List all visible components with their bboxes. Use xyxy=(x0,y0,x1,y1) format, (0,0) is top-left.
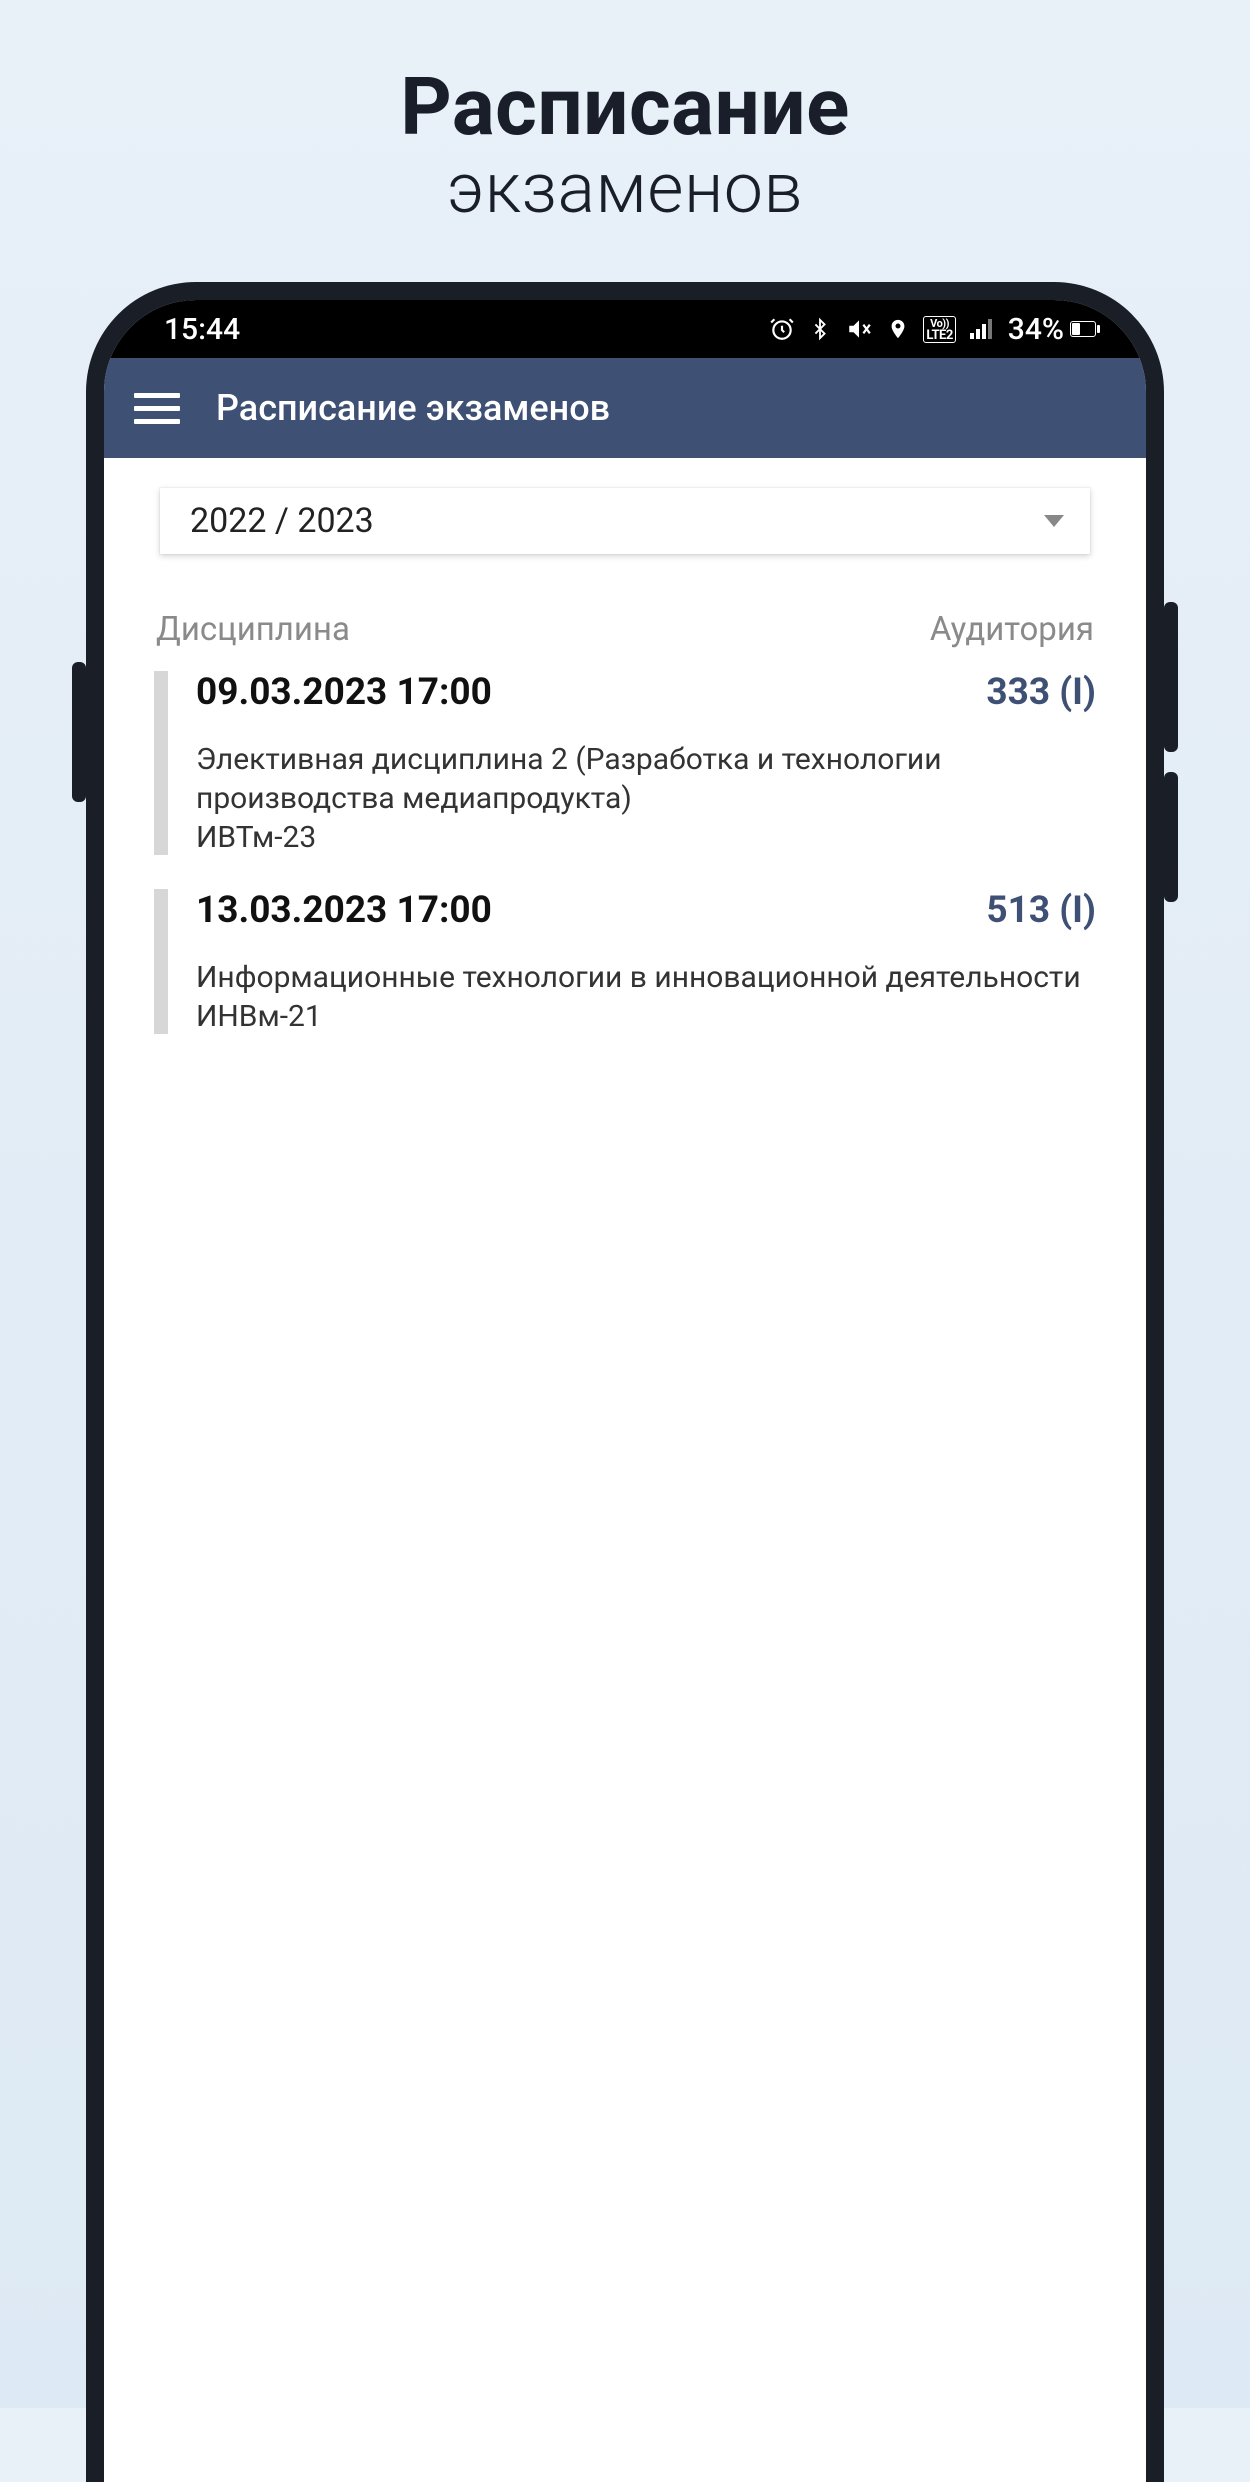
status-time: 15:44 xyxy=(164,312,240,347)
phone-screen: 15:44 Vo)) LTE2 xyxy=(104,300,1146,2482)
battery-indicator: 34% xyxy=(1008,312,1096,347)
promo-line2: экзаменов xyxy=(0,148,1250,230)
signal-icon xyxy=(970,319,994,339)
exam-group: ИВТм-23 xyxy=(196,820,1096,855)
phone-side-button-left xyxy=(72,662,86,802)
year-selector[interactable]: 2022 / 2023 xyxy=(160,488,1090,554)
exam-datetime: 13.03.2023 17:00 xyxy=(196,889,492,932)
network-top: Vo)) xyxy=(930,318,949,329)
promo-line1: Расписание xyxy=(0,60,1250,154)
battery-icon xyxy=(1070,321,1096,337)
exam-accent-bar xyxy=(154,671,168,855)
promo-heading: Расписание экзаменов xyxy=(0,0,1250,230)
exam-row[interactable]: 13.03.2023 17:00 513 (I) Информационные … xyxy=(154,889,1096,1034)
phone-side-button-power xyxy=(1164,772,1178,902)
chevron-down-icon xyxy=(1044,515,1064,527)
bluetooth-icon xyxy=(809,316,831,342)
menu-button[interactable] xyxy=(134,385,180,431)
network-bottom: LTE2 xyxy=(926,329,952,342)
app-bar-title: Расписание экзаменов xyxy=(216,387,610,429)
phone-frame: 15:44 Vo)) LTE2 xyxy=(86,282,1164,2482)
mute-icon xyxy=(845,316,873,342)
exam-row[interactable]: 09.03.2023 17:00 333 (I) Элективная дисц… xyxy=(154,671,1096,855)
network-badge: Vo)) LTE2 xyxy=(923,316,955,343)
location-icon xyxy=(887,316,909,342)
phone-side-button-vol xyxy=(1164,602,1178,752)
exam-datetime: 09.03.2023 17:00 xyxy=(196,671,492,714)
exam-description: Элективная дисциплина 2 (Разработка и те… xyxy=(196,740,1096,818)
header-room: Аудитория xyxy=(930,610,1094,649)
alarm-icon xyxy=(769,316,795,342)
status-right: Vo)) LTE2 34% xyxy=(769,312,1096,347)
exam-accent-bar xyxy=(154,889,168,1034)
column-headers: Дисциплина Аудитория xyxy=(154,610,1096,649)
year-value: 2022 / 2023 xyxy=(190,501,374,541)
app-bar: Расписание экзаменов xyxy=(104,358,1146,458)
exam-room: 513 (I) xyxy=(986,889,1096,932)
exam-description: Информационные технологии в инновационно… xyxy=(196,958,1096,997)
header-discipline: Дисциплина xyxy=(156,610,350,649)
exam-group: ИНВм-21 xyxy=(196,999,1096,1034)
status-bar: 15:44 Vo)) LTE2 xyxy=(104,300,1146,358)
battery-text: 34% xyxy=(1008,312,1064,347)
exam-room: 333 (I) xyxy=(986,671,1096,714)
content-area: 2022 / 2023 Дисциплина Аудитория 09.03.2… xyxy=(104,458,1146,1034)
